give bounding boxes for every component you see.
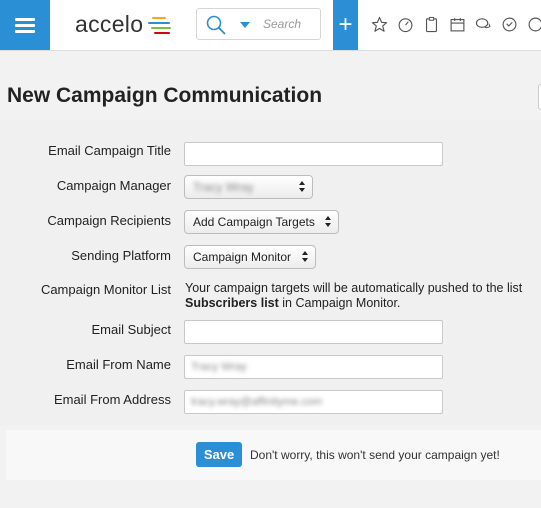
subscribers-list-name: Subscribers list bbox=[185, 296, 279, 310]
chat-icon[interactable] bbox=[474, 15, 493, 34]
sending-platform-value: Campaign Monitor bbox=[193, 250, 292, 264]
save-note: Don't worry, this won't send your campai… bbox=[250, 448, 500, 462]
email-subject-label: Email Subject bbox=[91, 322, 171, 337]
logo-lines-icon bbox=[148, 14, 174, 36]
email-from-name-value: Tracy Wray bbox=[191, 361, 247, 373]
campaign-manager-select[interactable]: Tracy Wray bbox=[184, 175, 313, 199]
logo-text: accelo bbox=[75, 11, 144, 37]
save-button[interactable]: Save bbox=[196, 442, 242, 467]
info-line-2: Subscribers list in Campaign Monitor. bbox=[185, 296, 541, 311]
sending-platform-label: Sending Platform bbox=[71, 248, 171, 263]
menu-button[interactable] bbox=[0, 0, 50, 50]
form-footer: Save Don't worry, this won't send your c… bbox=[6, 430, 541, 480]
search-box[interactable] bbox=[196, 8, 321, 40]
campaign-manager-label: Campaign Manager bbox=[56, 178, 171, 193]
email-from-address-input[interactable]: tracy.wray@affinityme.com bbox=[184, 390, 443, 414]
clock-icon[interactable] bbox=[500, 15, 519, 34]
toolbar-icons bbox=[370, 15, 541, 34]
email-from-address-label: Email From Address bbox=[53, 392, 171, 407]
select-arrows-icon bbox=[299, 181, 306, 194]
calendar-icon[interactable] bbox=[448, 15, 467, 34]
campaign-manager-value: Tracy Wray bbox=[193, 180, 254, 194]
title-row: New Campaign Communication bbox=[0, 72, 541, 120]
email-campaign-title-label: Email Campaign Title bbox=[48, 143, 171, 158]
select-arrows-icon bbox=[325, 216, 332, 229]
email-from-name-input[interactable]: Tracy Wray bbox=[184, 355, 443, 379]
campaign-recipients-select[interactable]: Add Campaign Targets bbox=[184, 210, 339, 234]
email-from-name-label: Email From Name bbox=[66, 357, 171, 372]
search-icon[interactable] bbox=[206, 15, 226, 35]
add-button[interactable]: + bbox=[333, 0, 358, 50]
star-icon[interactable] bbox=[370, 15, 389, 34]
sending-platform-select[interactable]: Campaign Monitor bbox=[184, 245, 316, 269]
alert-icon[interactable] bbox=[526, 15, 541, 34]
select-arrows-icon bbox=[302, 251, 309, 264]
top-bar: accelo + bbox=[0, 0, 541, 51]
clipboard-icon[interactable] bbox=[422, 15, 441, 34]
email-from-address-value: tracy.wray@affinityme.com bbox=[191, 396, 323, 408]
info-line-2-suffix: in Campaign Monitor. bbox=[278, 296, 401, 310]
accelo-logo[interactable]: accelo bbox=[75, 11, 174, 38]
chevron-down-icon[interactable] bbox=[240, 22, 250, 28]
campaign-monitor-list-label: Campaign Monitor List bbox=[40, 282, 171, 297]
campaign-recipients-value: Add Campaign Targets bbox=[193, 215, 315, 229]
email-subject-input[interactable] bbox=[184, 320, 443, 344]
info-line-1: Your campaign targets will be automatica… bbox=[185, 281, 523, 295]
hamburger-icon bbox=[15, 18, 35, 33]
dashboard-icon[interactable] bbox=[396, 15, 415, 34]
email-campaign-title-input[interactable] bbox=[184, 142, 443, 166]
search-input[interactable] bbox=[263, 15, 317, 33]
campaign-monitor-list-info: Your campaign targets will be automatica… bbox=[185, 281, 541, 311]
campaign-form: Email Campaign Title Campaign Manager Tr… bbox=[0, 120, 541, 425]
campaign-recipients-label: Campaign Recipients bbox=[47, 213, 171, 228]
page-title: New Campaign Communication bbox=[7, 84, 323, 107]
